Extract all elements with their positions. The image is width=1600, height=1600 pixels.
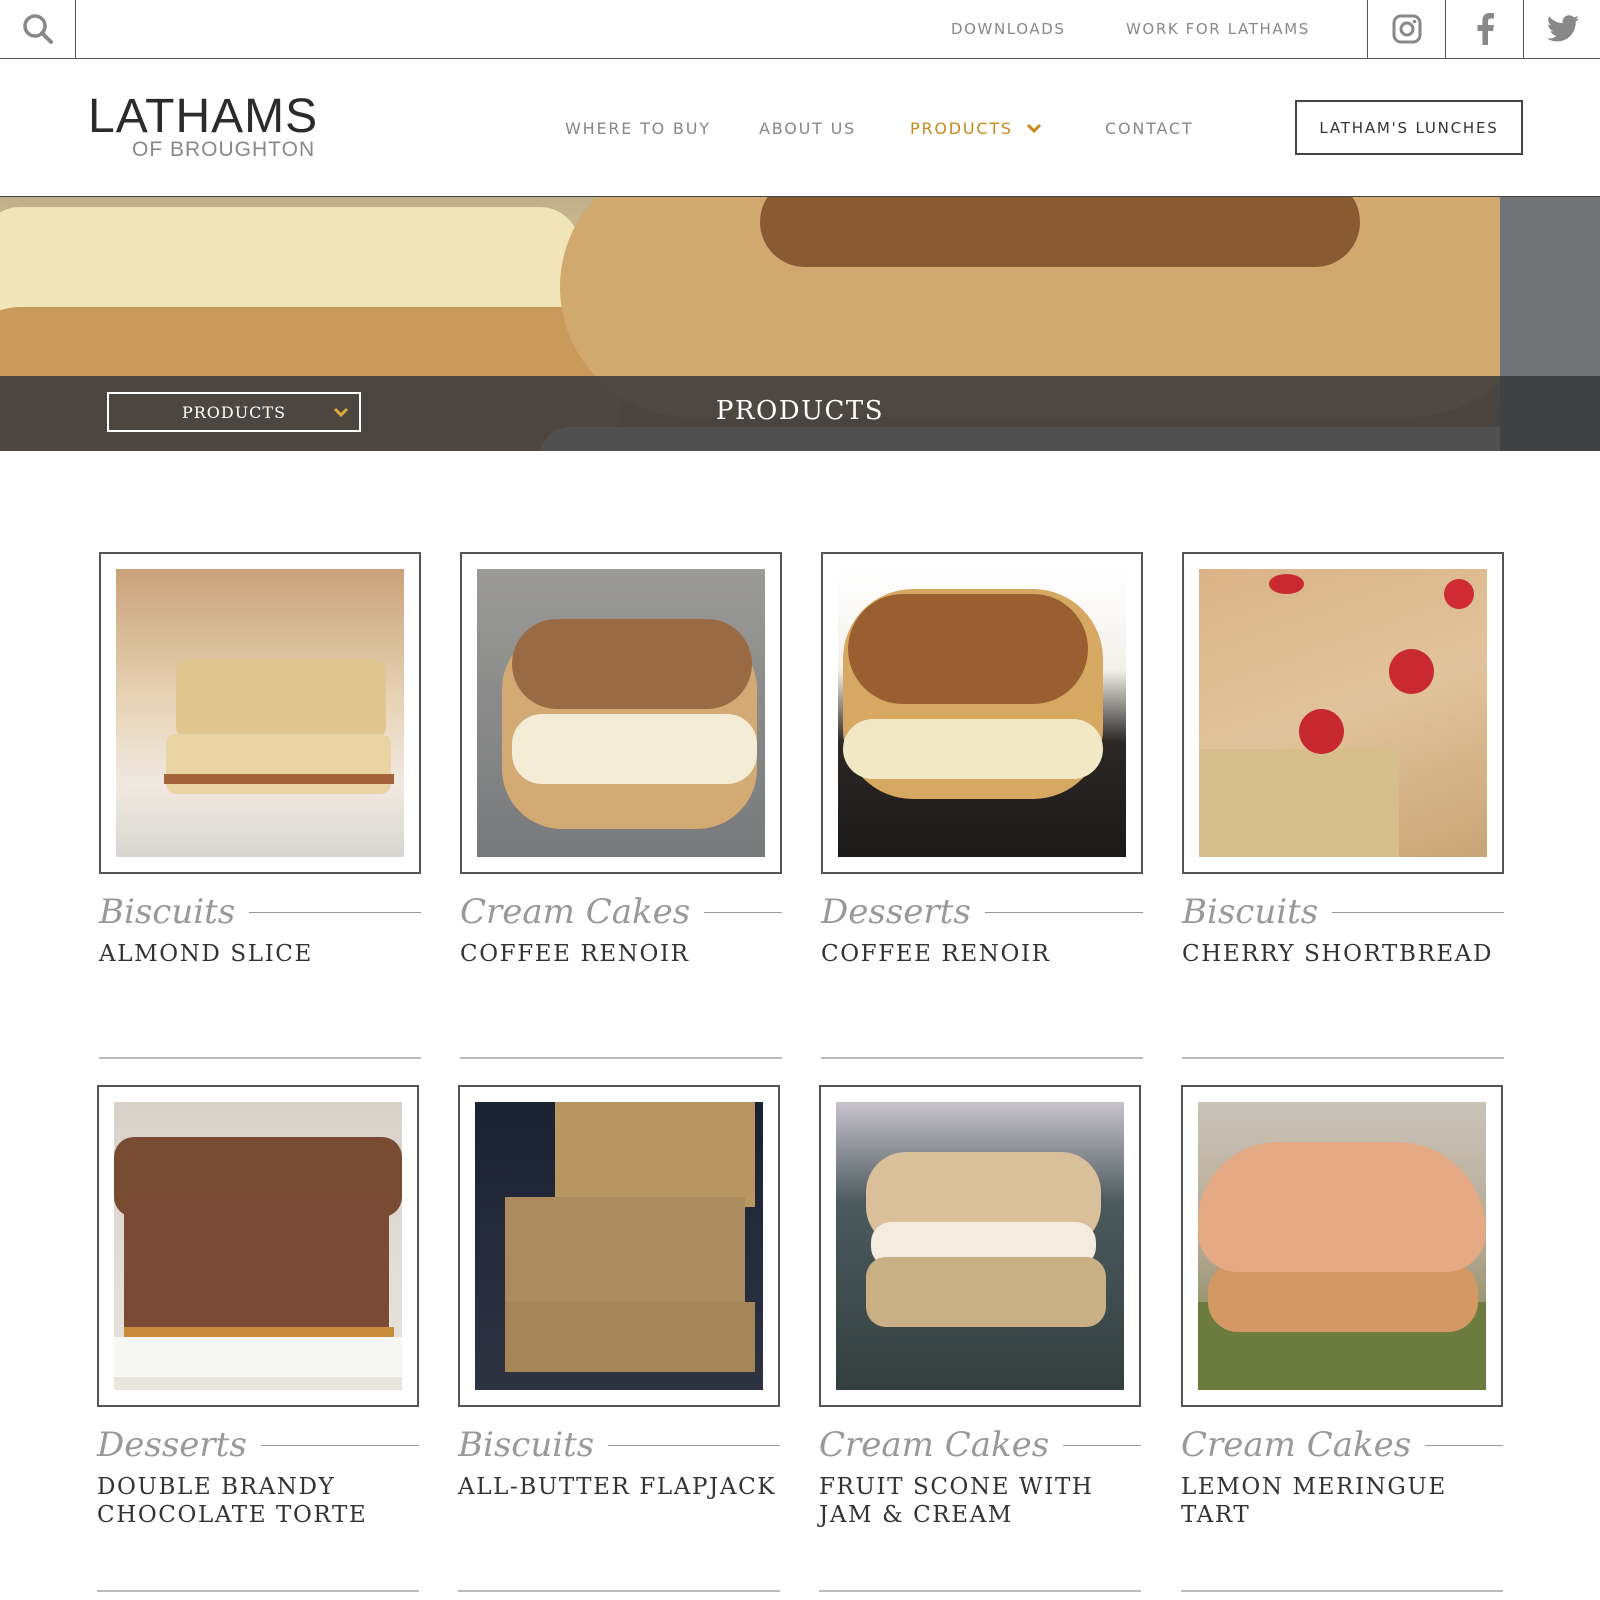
page-title: PRODUCTS bbox=[715, 396, 885, 426]
lathams-lunches-button[interactable]: LATHAM'S LUNCHES bbox=[1295, 100, 1523, 155]
product-category: Biscuits bbox=[458, 1425, 609, 1465]
nav-about-us[interactable]: ABOUT US bbox=[759, 119, 856, 138]
facebook-icon bbox=[1477, 13, 1494, 45]
facebook-link[interactable] bbox=[1445, 0, 1523, 58]
product-name[interactable]: COFFEE RENOIR bbox=[821, 940, 1143, 968]
product-image-frame[interactable] bbox=[99, 552, 421, 874]
category-row: Desserts bbox=[97, 1425, 419, 1465]
site-header: LATHAMS OF BROUGHTON WHERE TO BUY ABOUT … bbox=[0, 59, 1600, 197]
product-image-frame[interactable] bbox=[819, 1085, 1141, 1407]
logo[interactable]: LATHAMS bbox=[88, 93, 318, 141]
product-name[interactable]: FRUIT SCONE WITH JAM & CREAM bbox=[819, 1473, 1141, 1529]
product-name[interactable]: ALMOND SLICE bbox=[99, 940, 421, 968]
product-photo[interactable] bbox=[477, 569, 765, 857]
category-row: Biscuits bbox=[99, 892, 421, 932]
hero-banner: PRODUCTS PRODUCTS bbox=[0, 197, 1600, 451]
card-divider bbox=[821, 1057, 1143, 1059]
category-row: Cream Cakes bbox=[1181, 1425, 1503, 1465]
instagram-icon bbox=[1392, 14, 1421, 44]
category-row: Biscuits bbox=[458, 1425, 780, 1465]
instagram-link[interactable] bbox=[1367, 0, 1445, 58]
twitter-icon bbox=[1546, 15, 1579, 42]
card-divider bbox=[97, 1590, 419, 1592]
product-photo[interactable] bbox=[116, 569, 404, 857]
category-row: Cream Cakes bbox=[460, 892, 782, 932]
twitter-link[interactable] bbox=[1523, 0, 1600, 58]
product-category: Desserts bbox=[821, 892, 985, 932]
search-icon bbox=[22, 14, 53, 44]
product-name[interactable]: LEMON MERINGUE TART bbox=[1181, 1473, 1503, 1529]
product-image-frame[interactable] bbox=[460, 552, 782, 874]
card-divider bbox=[99, 1057, 421, 1059]
product-name[interactable]: COFFEE RENOIR bbox=[460, 940, 782, 968]
product-image-frame[interactable] bbox=[458, 1085, 780, 1407]
card-divider bbox=[1181, 1590, 1503, 1592]
top-utility-bar: DOWNLOADS WORK FOR LATHAMS bbox=[0, 0, 1600, 59]
product-photo[interactable] bbox=[1198, 1102, 1486, 1390]
nav-where-to-buy[interactable]: WHERE TO BUY bbox=[565, 119, 711, 138]
nav-contact[interactable]: CONTACT bbox=[1105, 119, 1193, 138]
category-row: Biscuits bbox=[1182, 892, 1504, 932]
nav-products[interactable]: PRODUCTS bbox=[910, 119, 1013, 138]
card-divider bbox=[460, 1057, 782, 1059]
product-name[interactable]: CHERRY SHORTBREAD bbox=[1182, 940, 1504, 968]
product-image-frame[interactable] bbox=[1182, 552, 1504, 874]
card-divider bbox=[458, 1590, 780, 1592]
product-name[interactable]: ALL-BUTTER FLAPJACK bbox=[458, 1473, 780, 1501]
product-photo[interactable] bbox=[1199, 569, 1487, 857]
product-category: Cream Cakes bbox=[460, 892, 705, 932]
category-row: Desserts bbox=[821, 892, 1143, 932]
chevron-down-icon[interactable] bbox=[1026, 122, 1042, 134]
search-button[interactable] bbox=[0, 0, 76, 58]
work-for-lathams-link[interactable]: WORK FOR LATHAMS bbox=[1126, 20, 1310, 38]
product-photo[interactable] bbox=[114, 1102, 402, 1390]
product-category: Biscuits bbox=[99, 892, 250, 932]
product-photo[interactable] bbox=[838, 569, 1126, 857]
product-name[interactable]: DOUBLE BRANDY CHOCOLATE TORTE bbox=[97, 1473, 419, 1529]
downloads-link[interactable]: DOWNLOADS bbox=[951, 20, 1066, 38]
logo-subtitle: OF BROUGHTON bbox=[132, 138, 316, 161]
product-image-frame[interactable] bbox=[821, 552, 1143, 874]
product-category: Biscuits bbox=[1182, 892, 1333, 932]
product-photo[interactable] bbox=[475, 1102, 763, 1390]
card-divider bbox=[819, 1590, 1141, 1592]
product-image-frame[interactable] bbox=[1181, 1085, 1503, 1407]
product-category: Cream Cakes bbox=[819, 1425, 1064, 1465]
product-image-frame[interactable] bbox=[97, 1085, 419, 1407]
product-category: Cream Cakes bbox=[1181, 1425, 1426, 1465]
category-row: Cream Cakes bbox=[819, 1425, 1141, 1465]
product-category: Desserts bbox=[97, 1425, 261, 1465]
hero-title-band: PRODUCTS PRODUCTS bbox=[0, 376, 1600, 451]
card-divider bbox=[1182, 1057, 1504, 1059]
product-photo[interactable] bbox=[836, 1102, 1124, 1390]
